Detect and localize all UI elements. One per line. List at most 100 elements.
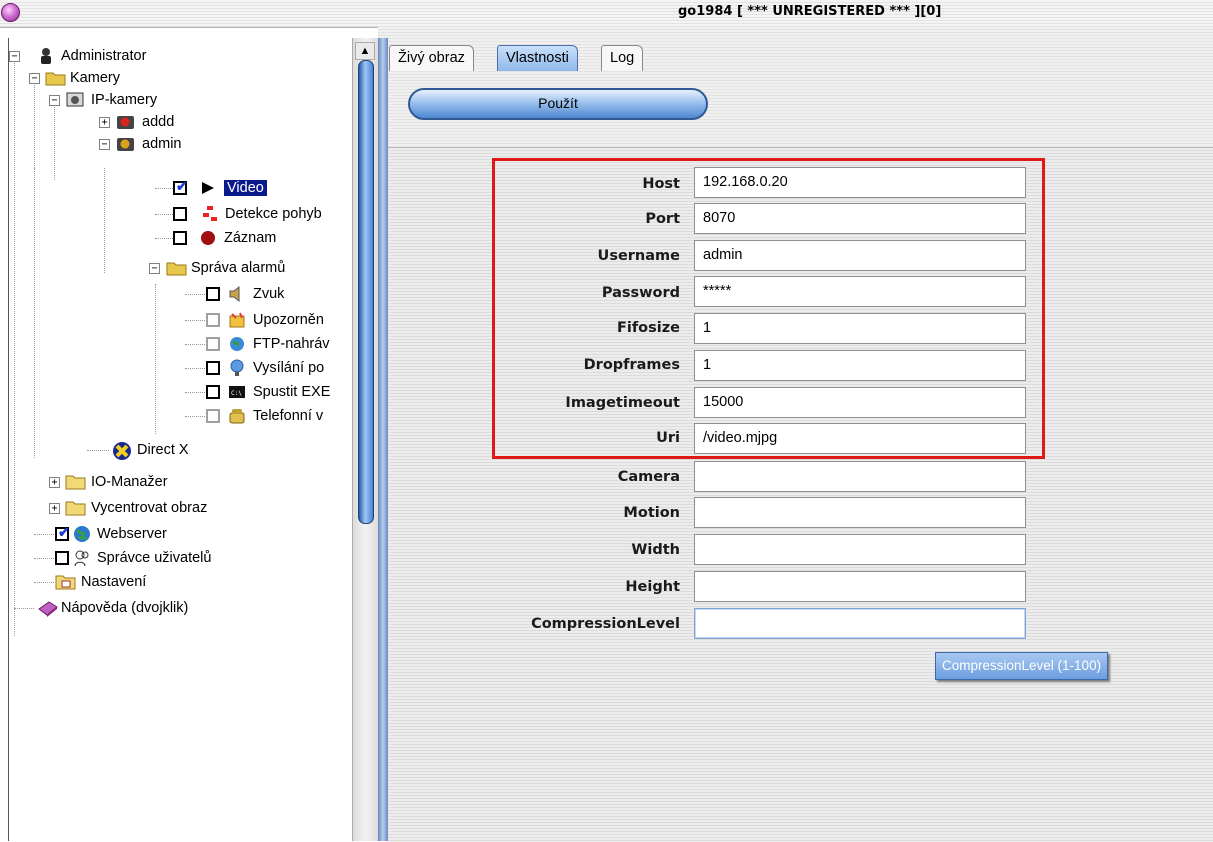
tree-item-recording[interactable]: Záznam (9, 228, 349, 250)
tree-scrollbar[interactable]: ▲ (352, 38, 378, 841)
tree-label: Nápověda (dvojklik) (61, 600, 189, 616)
tree-label: Kamery (70, 70, 120, 86)
height-field[interactable] (694, 571, 1026, 602)
tree-label: Administrator (61, 48, 147, 64)
apply-button[interactable]: Použít (408, 88, 708, 120)
globe-icon (74, 526, 90, 542)
tree-label: IO-Manažer (91, 474, 168, 490)
tree-item-webserver[interactable]: ✔ Webserver (9, 524, 349, 546)
tree-label: Spustit EXE (253, 384, 331, 400)
tree-item-motion-detection[interactable]: Detekce pohyb (9, 204, 349, 226)
tree-label: IP-kamery (91, 92, 158, 108)
collapse-toggle-icon[interactable]: − (99, 139, 110, 150)
tree-label: Detekce pohyb (225, 206, 322, 222)
terminal-icon: C:\ (229, 386, 245, 398)
folder-open-icon (166, 262, 187, 276)
camera-icon (117, 138, 134, 151)
sound-checkbox[interactable] (206, 287, 220, 301)
camera-field[interactable] (694, 461, 1026, 492)
tree-item-io-manager[interactable]: + IO-Manažer (9, 472, 349, 494)
folder-icon (65, 501, 86, 516)
scroll-thumb[interactable] (358, 60, 374, 524)
width-field[interactable] (694, 534, 1026, 565)
motion-icon (203, 206, 217, 221)
tree-label: Webserver (97, 526, 167, 542)
highlight-box (492, 158, 1045, 459)
tree-label: Záznam (224, 230, 277, 246)
tree-item-run-exe[interactable]: C:\ Spustit EXE (9, 382, 349, 404)
video-checkbox[interactable]: ✔ (173, 178, 188, 195)
tree-item-camera-addd[interactable]: + addd (9, 112, 349, 134)
collapse-toggle-icon[interactable]: − (9, 51, 20, 62)
tree-item-cameras[interactable]: − Kamery (9, 68, 349, 90)
window-title: go1984 [ *** UNREGISTERED *** ][0] (678, 4, 942, 19)
tree-item-administrator[interactable]: − Administrator (9, 46, 349, 68)
user-manager-checkbox[interactable] (55, 551, 69, 565)
title-bar: go1984 [ *** UNREGISTERED *** ][0] (0, 0, 1213, 28)
help-book-icon (38, 601, 58, 617)
tree-item-ftp-upload[interactable]: FTP-nahráv (9, 334, 349, 356)
tree-item-phone[interactable]: Telefonní v (9, 406, 349, 428)
tree-item-direct-x[interactable]: Direct X (9, 440, 349, 462)
tree-item-sound[interactable]: Zvuk (9, 284, 349, 306)
tree-item-settings[interactable]: Nastavení (9, 572, 349, 594)
tree-item-help[interactable]: Nápověda (dvojklik) (9, 598, 349, 620)
tree-label: admin (142, 136, 182, 152)
navigation-tree: − Administrator − Kamery − IP-kamery + a… (8, 38, 353, 841)
settings-folder-icon (55, 575, 76, 590)
tab-live-view[interactable]: Živý obraz (389, 45, 474, 71)
tree-item-user-manager[interactable]: Správce uživatelů (9, 548, 349, 570)
tree-item-ip-cameras[interactable]: − IP-kamery (9, 90, 349, 112)
play-icon (202, 182, 214, 194)
ftp-globe-icon (230, 337, 244, 351)
tree-label: addd (142, 114, 175, 130)
width-label: Width (631, 542, 680, 558)
tree-label: Direct X (137, 442, 189, 458)
collapse-toggle-icon[interactable]: − (29, 73, 40, 84)
run-exe-checkbox[interactable] (206, 385, 220, 399)
recording-checkbox[interactable] (173, 231, 187, 245)
collapse-toggle-icon[interactable]: − (149, 263, 160, 274)
notification-icon (229, 312, 245, 328)
scroll-up-arrow-icon[interactable]: ▲ (355, 42, 375, 60)
tree-label: Nastavení (81, 574, 147, 590)
tree-item-broadcast[interactable]: Vysílání po (9, 358, 349, 380)
tree-label: Upozorněn (253, 312, 324, 328)
tree-item-video[interactable]: ✔ Video (9, 178, 349, 200)
tree-label: Zvuk (253, 286, 285, 302)
tree-item-camera-admin[interactable]: − admin (9, 134, 349, 156)
tree-label: Video (224, 180, 267, 196)
expand-toggle-icon[interactable]: + (49, 503, 60, 514)
broadcast-checkbox[interactable] (206, 361, 220, 375)
directx-icon (113, 442, 131, 460)
tree-label: Vysílání po (253, 360, 325, 376)
tree-label: FTP-nahráv (253, 336, 330, 352)
broadcast-icon (230, 359, 244, 376)
ip-camera-icon (66, 92, 84, 107)
tree-label: Vycentrovat obraz (91, 500, 208, 516)
tab-properties[interactable]: Vlastnosti (497, 45, 578, 71)
expand-toggle-icon[interactable]: + (49, 477, 60, 488)
motion-field[interactable] (694, 497, 1026, 528)
phone-checkbox[interactable] (206, 409, 220, 423)
tree-item-center-image[interactable]: + Vycentrovat obraz (9, 498, 349, 520)
webserver-checkbox[interactable]: ✔ (55, 524, 70, 541)
tree-item-notification[interactable]: Upozorněn (9, 310, 349, 332)
ftp-checkbox[interactable] (206, 337, 220, 351)
speaker-icon (229, 285, 240, 303)
window-menu-icon[interactable] (1, 3, 20, 22)
collapse-toggle-icon[interactable]: − (49, 95, 60, 106)
notification-checkbox[interactable] (206, 313, 220, 327)
tooltip: CompressionLevel (1-100) (935, 652, 1109, 680)
folder-icon (65, 475, 86, 490)
height-label: Height (625, 579, 680, 595)
compression-level-field[interactable] (694, 608, 1026, 639)
phone-icon (229, 409, 245, 424)
motion-checkbox[interactable] (173, 207, 187, 221)
camera-label: Camera (617, 469, 680, 485)
svg-text:C:\: C:\ (231, 390, 242, 397)
tree-item-alarm-management[interactable]: − Správa alarmů (9, 258, 349, 280)
tab-log[interactable]: Log (601, 45, 644, 71)
expand-toggle-icon[interactable]: + (99, 117, 110, 128)
folder-open-icon (45, 72, 66, 86)
